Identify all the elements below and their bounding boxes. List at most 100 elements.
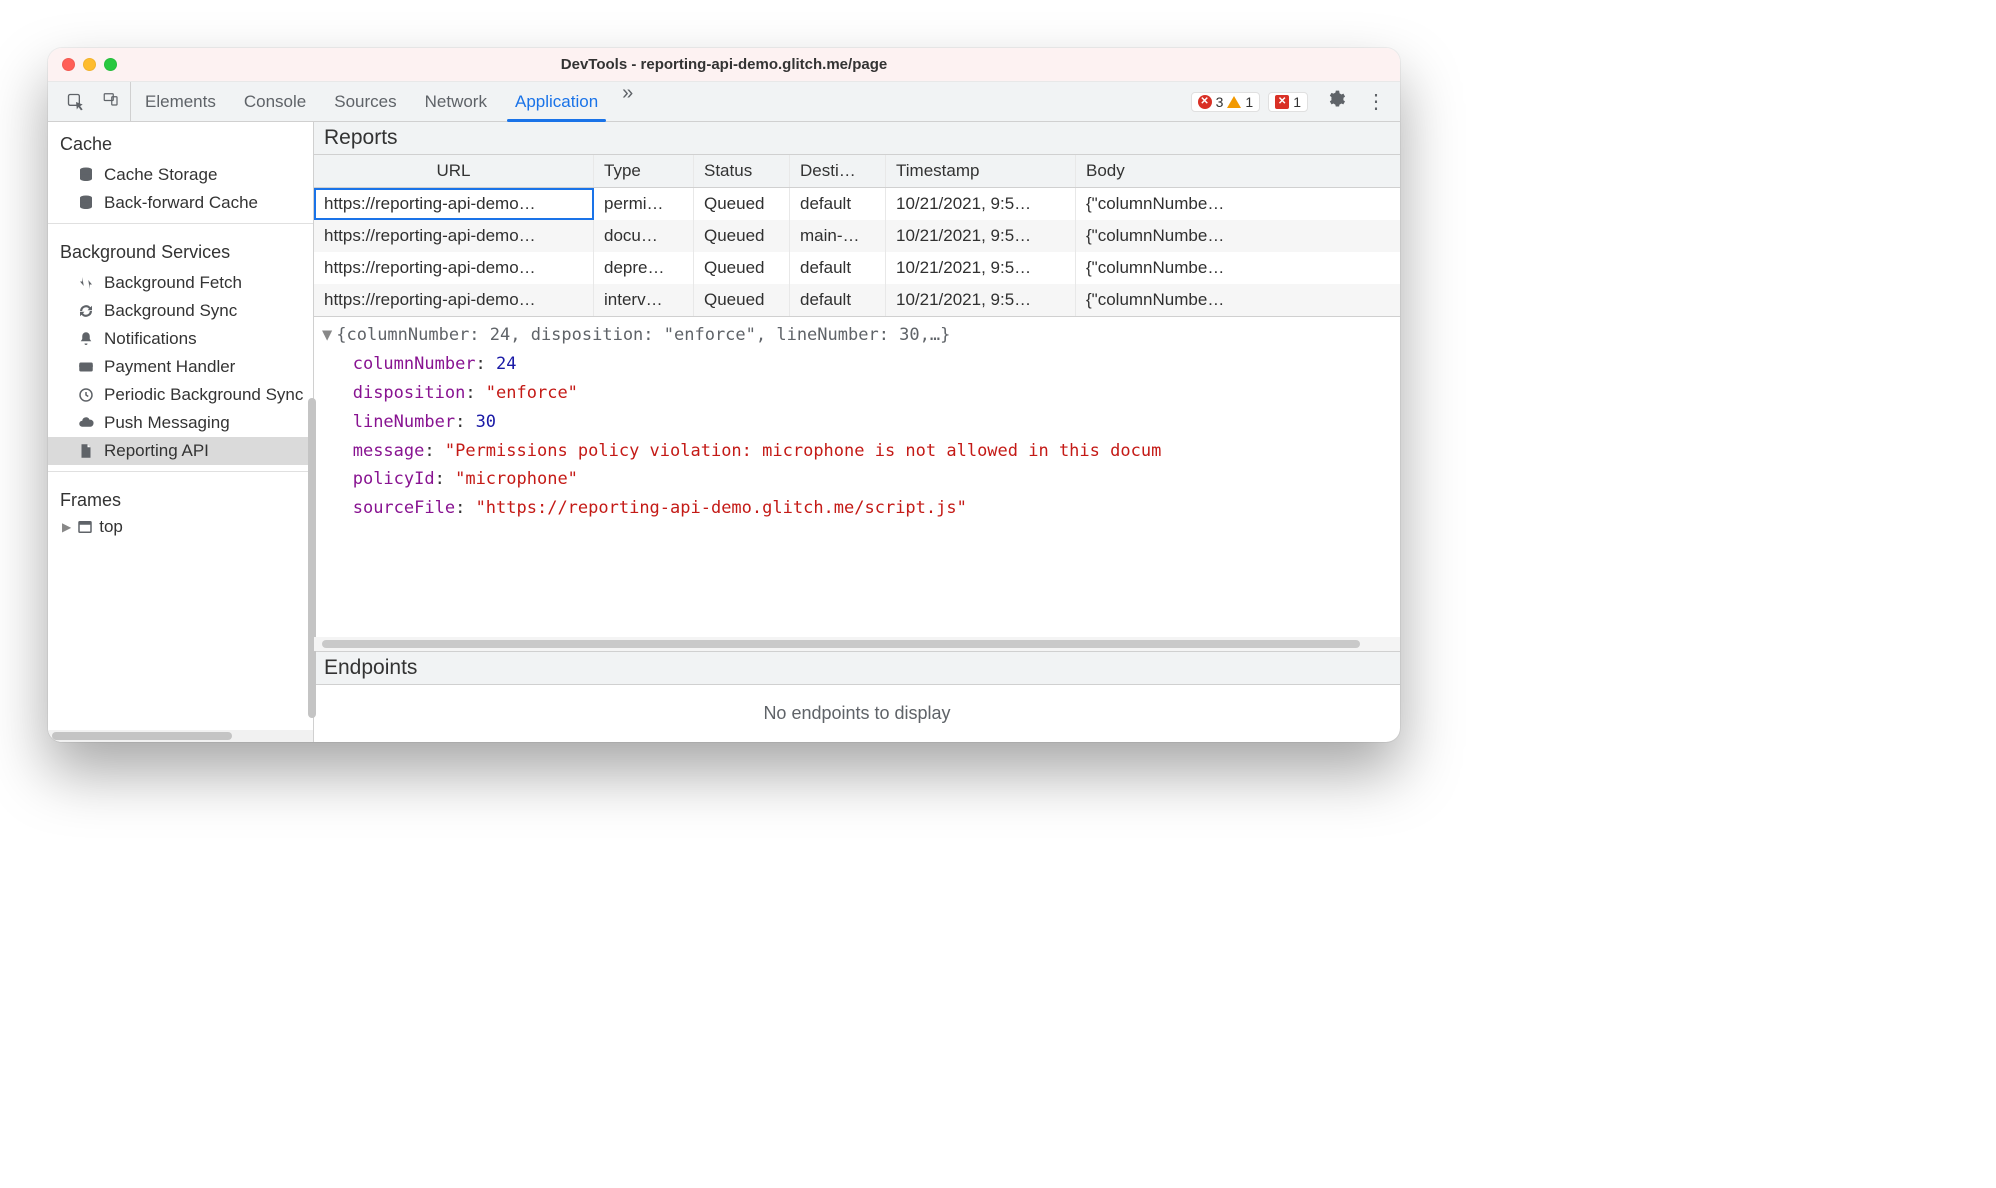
tab-application[interactable]: Application (501, 82, 612, 121)
endpoints-empty-message: No endpoints to display (314, 685, 1400, 742)
sidebar-section-cache: Cache (48, 122, 313, 161)
reports-table-header: URL Type Status Desti… Timestamp Body (314, 155, 1400, 188)
fetch-icon (76, 273, 96, 293)
table-row[interactable]: https://reporting-api-demo…depre…Queuedd… (314, 252, 1400, 284)
table-cell: 10/21/2021, 9:5… (886, 284, 1076, 316)
table-row[interactable]: https://reporting-api-demo…permi…Queuedd… (314, 188, 1400, 220)
issues-pill[interactable]: ✕ 1 (1268, 92, 1308, 112)
error-count: 3 (1216, 94, 1224, 110)
sidebar-item-reporting-api[interactable]: Reporting API (48, 437, 313, 465)
database-icon (76, 193, 96, 213)
sidebar-section-background-services: Background Services (48, 230, 313, 269)
more-tabs-button[interactable]: » (612, 82, 643, 121)
disclosure-triangle-icon[interactable]: ▶ (62, 520, 71, 534)
tab-sources[interactable]: Sources (320, 82, 410, 121)
window-zoom-button[interactable] (104, 58, 117, 71)
table-cell: https://reporting-api-demo… (314, 284, 594, 316)
application-sidebar: Cache Cache Storage Back-forward Cache B… (48, 122, 314, 742)
table-row[interactable]: https://reporting-api-demo…docu…Queuedma… (314, 220, 1400, 252)
sidebar-item-frame-top[interactable]: ▶ top (48, 517, 313, 537)
json-value: 30 (476, 412, 496, 432)
sidebar-vertical-scrollbar-thumb[interactable] (308, 398, 316, 718)
console-errors-warnings-pill[interactable]: ✕ 3 1 (1191, 92, 1261, 112)
table-cell: depre… (594, 252, 694, 284)
sidebar-item-background-sync[interactable]: Background Sync (48, 297, 313, 325)
issue-error-icon: ✕ (1275, 95, 1289, 109)
json-value: "Permissions policy violation: microphon… (445, 441, 1161, 461)
devtools-window: DevTools - reporting-api-demo.glitch.me/… (48, 48, 1400, 742)
sidebar-item-label: Cache Storage (104, 165, 217, 185)
col-destination[interactable]: Desti… (790, 155, 886, 187)
sidebar-section-frames: Frames (48, 478, 313, 517)
table-cell: default (790, 252, 886, 284)
json-key: lineNumber (353, 412, 455, 432)
table-cell: Queued (694, 188, 790, 220)
col-status[interactable]: Status (694, 155, 790, 187)
warning-count: 1 (1245, 94, 1253, 110)
col-body[interactable]: Body (1076, 155, 1400, 187)
table-cell: {"columnNumbe… (1076, 252, 1400, 284)
sidebar-item-bfcache[interactable]: Back-forward Cache (48, 189, 313, 217)
table-cell: {"columnNumbe… (1076, 284, 1400, 316)
sidebar-item-push-messaging[interactable]: Push Messaging (48, 409, 313, 437)
panel-tabs: Elements Console Sources Network Applica… (131, 82, 643, 121)
error-icon: ✕ (1198, 95, 1212, 109)
json-key: message (353, 441, 425, 461)
devtools-toolbar: Elements Console Sources Network Applica… (48, 82, 1400, 122)
cloud-icon (76, 413, 96, 433)
table-cell: interv… (594, 284, 694, 316)
sidebar-item-cache-storage[interactable]: Cache Storage (48, 161, 313, 189)
frame-name: top (99, 517, 123, 537)
sidebar-item-label: Background Sync (104, 301, 237, 321)
sidebar-item-notifications[interactable]: Notifications (48, 325, 313, 353)
table-cell: Queued (694, 252, 790, 284)
col-url[interactable]: URL (314, 155, 594, 187)
col-timestamp[interactable]: Timestamp (886, 155, 1076, 187)
table-cell: main-… (790, 220, 886, 252)
sidebar-horizontal-scrollbar[interactable] (48, 730, 313, 742)
inspect-element-icon[interactable] (66, 92, 86, 112)
tab-network[interactable]: Network (411, 82, 501, 121)
tab-console[interactable]: Console (230, 82, 320, 121)
window-title: DevTools - reporting-api-demo.glitch.me/… (561, 56, 887, 73)
json-key: sourceFile (353, 498, 455, 518)
window-close-button[interactable] (62, 58, 75, 71)
reports-table: URL Type Status Desti… Timestamp Body ht… (314, 155, 1400, 317)
table-row[interactable]: https://reporting-api-demo…interv…Queued… (314, 284, 1400, 316)
sync-icon (76, 301, 96, 321)
table-cell: https://reporting-api-demo… (314, 220, 594, 252)
frame-icon (75, 517, 95, 537)
sidebar-item-background-fetch[interactable]: Background Fetch (48, 269, 313, 297)
table-cell: permi… (594, 188, 694, 220)
json-value: "https://reporting-api-demo.glitch.me/sc… (476, 498, 967, 518)
disclosure-triangle-icon[interactable]: ▼ (322, 321, 332, 350)
titlebar: DevTools - reporting-api-demo.glitch.me/… (48, 48, 1400, 82)
table-cell: docu… (594, 220, 694, 252)
json-value: 24 (496, 354, 516, 374)
tab-elements[interactable]: Elements (131, 82, 230, 121)
table-cell: https://reporting-api-demo… (314, 188, 594, 220)
credit-card-icon (76, 357, 96, 377)
sidebar-item-payment-handler[interactable]: Payment Handler (48, 353, 313, 381)
json-key: policyId (353, 469, 435, 489)
database-icon (76, 165, 96, 185)
json-key: disposition (353, 383, 466, 403)
table-cell: 10/21/2021, 9:5… (886, 220, 1076, 252)
report-body-json-viewer[interactable]: ▼{columnNumber: 24, disposition: "enforc… (314, 317, 1400, 637)
sidebar-item-periodic-background-sync[interactable]: Periodic Background Sync (48, 381, 313, 409)
table-cell: 10/21/2021, 9:5… (886, 252, 1076, 284)
col-type[interactable]: Type (594, 155, 694, 187)
clock-icon (76, 385, 96, 405)
document-icon (76, 441, 96, 461)
window-minimize-button[interactable] (83, 58, 96, 71)
bell-icon (76, 329, 96, 349)
more-options-button[interactable]: ⋮ (1356, 89, 1400, 114)
sidebar-item-label: Notifications (104, 329, 197, 349)
json-summary: {columnNumber: 24, disposition: "enforce… (336, 325, 950, 345)
device-toggle-icon[interactable] (102, 90, 120, 113)
settings-button[interactable] (1316, 89, 1356, 114)
sidebar-item-label: Reporting API (104, 441, 209, 461)
json-horizontal-scrollbar[interactable] (314, 637, 1400, 651)
sidebar-item-label: Push Messaging (104, 413, 230, 433)
table-cell: Queued (694, 284, 790, 316)
